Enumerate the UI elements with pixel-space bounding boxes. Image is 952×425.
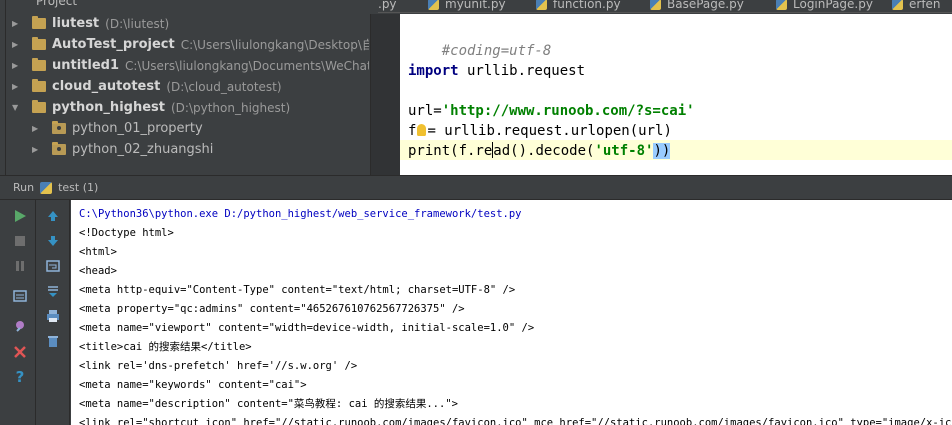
console-line: <head> (79, 265, 117, 277)
expand-arrow-icon[interactable]: ▶ (12, 82, 20, 91)
package-folder-icon (52, 121, 66, 134)
console-line: <meta http-equiv="Content-Type" content=… (79, 284, 516, 296)
tree-item-name: AutoTest_project (52, 37, 175, 52)
tree-item-path: (D:\cloud_autotest) (166, 79, 282, 94)
python-file-icon (428, 0, 439, 10)
tree-item-cloud-autotest[interactable]: ▶ cloud_autotest (D:\cloud_autotest) (12, 76, 282, 97)
project-panel: Project ▶ liutest (D:\liutest) ▶ AutoTes… (6, 0, 369, 175)
print-icon[interactable] (45, 308, 61, 324)
run-toolbar-primary: ? (0, 200, 36, 425)
run-toolbar-secondary (36, 200, 70, 425)
collapse-arrow-icon[interactable]: ▼ (12, 103, 20, 112)
folder-icon (32, 16, 46, 29)
tab-basepage[interactable]: BasePage.py (650, 0, 744, 12)
console-line: <html> (79, 246, 117, 258)
code-line-3: url='http://www.runoob.com/?s=cai' (408, 103, 695, 119)
run-config-name[interactable]: test (1) (58, 181, 98, 194)
tree-item-path: (D:\liutest) (105, 16, 170, 31)
tab-label: function.py (553, 0, 621, 11)
tab-function[interactable]: function.py (536, 0, 621, 12)
python-run-config-icon (40, 181, 53, 194)
expand-arrow-icon[interactable]: ▶ (12, 19, 20, 28)
tree-item-path: (D:\python_highest) (170, 100, 291, 115)
console-line: <meta name="description" content="菜鸟教程: … (79, 398, 458, 410)
tree-item-name: python_02_zhuangshi (72, 142, 214, 157)
tree-item-untitled1[interactable]: ▶ untitled1 C:\Users\liulongkang\Documen… (12, 55, 369, 76)
code-line-2: import urllib.request (408, 63, 586, 79)
expand-arrow-icon[interactable]: ▶ (12, 61, 20, 70)
pause-icon[interactable] (12, 258, 28, 274)
tab-label: myunit.py (445, 0, 506, 11)
tab-loginpage[interactable]: LoginPage.py (776, 0, 873, 12)
help-icon[interactable]: ? (12, 369, 28, 385)
dump-threads-icon[interactable] (12, 288, 28, 304)
python-file-icon (892, 0, 903, 10)
tree-item-name: python_01_property (72, 121, 203, 136)
tree-item-name: untitled1 (52, 58, 120, 73)
code-line-5: print(f.read().decode('utf-8')) (408, 142, 671, 159)
trash-icon[interactable] (45, 333, 61, 349)
python-file-icon (536, 0, 547, 10)
code-editor[interactable]: #coding=utf-8 import urllib.request url=… (400, 14, 952, 175)
run-console-output[interactable]: C:\Python36\python.exe D:/python_highest… (71, 200, 952, 425)
code-line-1: #coding=utf-8 (441, 43, 552, 59)
tree-item-name: python_highest (52, 100, 165, 115)
console-line: <meta property="qc:admins" content="4652… (79, 303, 465, 315)
lightbulb-icon[interactable] (417, 124, 427, 136)
arrow-down-icon[interactable] (45, 233, 61, 249)
editor-gutter (370, 14, 400, 175)
tree-item-name: liutest (52, 16, 100, 31)
console-line: <title>cai 的搜索结果</title> (79, 341, 252, 353)
tab-label: BasePage.py (667, 0, 744, 11)
package-folder-icon (52, 142, 66, 155)
editor-tab-bar: .py myunit.py function.py BasePage.py Lo… (378, 0, 952, 13)
tree-item-liutest[interactable]: ▶ liutest (D:\liutest) (12, 13, 169, 34)
tree-item-autotest-project[interactable]: ▶ AutoTest_project C:\Users\liulongkang\… (12, 34, 369, 55)
console-line: C:\Python36\python.exe D:/python_highest… (79, 208, 522, 220)
soft-wrap-icon[interactable] (45, 258, 61, 274)
pin-tab-icon[interactable] (12, 318, 28, 334)
tab-myunit[interactable]: myunit.py (428, 0, 506, 12)
tree-item-python-highest[interactable]: ▼ python_highest (D:\python_highest) (12, 97, 290, 118)
tab-label: .py (378, 0, 397, 11)
tree-item-path: C:\Users\liulongkang\Desktop\自动 (180, 38, 369, 52)
stop-icon[interactable] (12, 233, 28, 249)
folder-icon (32, 100, 46, 113)
console-line: <!Doctype html> (79, 227, 174, 239)
tree-item-name: cloud_autotest (52, 79, 161, 94)
tree-item-python-02-zhuangshi[interactable]: ▶ python_02_zhuangshi (32, 139, 219, 160)
folder-icon (32, 58, 46, 71)
folder-icon (32, 79, 46, 92)
arrow-up-icon[interactable] (45, 208, 61, 224)
folder-icon (32, 37, 46, 50)
run-label: Run (13, 181, 35, 194)
run-tool-window-header: Run test (1) (0, 175, 952, 200)
close-icon[interactable] (12, 344, 28, 360)
python-file-icon (776, 0, 787, 10)
expand-arrow-icon[interactable]: ▶ (32, 145, 40, 154)
tab-erfen[interactable]: erfen (892, 0, 941, 12)
project-panel-header: Project (36, 0, 78, 8)
expand-arrow-icon[interactable]: ▶ (32, 124, 40, 133)
tree-item-python-01-property[interactable]: ▶ python_01_property (32, 118, 209, 139)
console-line: <meta name="viewport" content="width=dev… (79, 322, 535, 334)
rerun-icon[interactable] (12, 208, 28, 224)
console-line: <meta name="keywords" content="cai"> (79, 379, 307, 391)
scroll-to-end-icon[interactable] (45, 283, 61, 299)
console-line: <link rel='dns-prefetch' href='//s.w.org… (79, 360, 358, 372)
code-line-4: f = urllib.request.urlopen(url) (408, 123, 672, 139)
tab-label: erfen (909, 0, 941, 11)
python-file-icon (650, 0, 661, 10)
tab-label: LoginPage.py (793, 0, 873, 11)
tab-py[interactable]: .py (378, 0, 397, 12)
expand-arrow-icon[interactable]: ▶ (12, 40, 20, 49)
tree-item-path: C:\Users\liulongkang\Documents\WeChat F (125, 58, 369, 73)
console-line: <link rel="shortcut icon" href="//static… (79, 417, 952, 425)
